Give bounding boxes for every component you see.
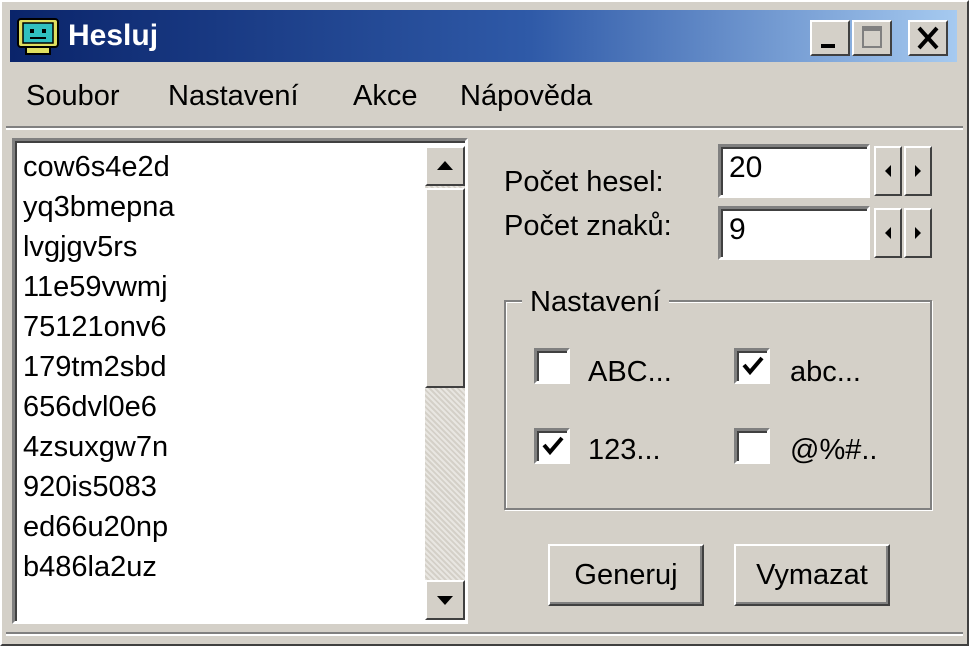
menu-divider: [6, 126, 963, 130]
list-item[interactable]: cow6s4e2d: [23, 147, 175, 187]
arrow-up-icon: [437, 161, 453, 170]
list-item[interactable]: lvgjgv5rs: [23, 227, 175, 267]
close-button[interactable]: [908, 20, 948, 56]
count-input[interactable]: 20: [718, 144, 870, 198]
arrow-right-icon: [915, 227, 921, 239]
clear-button[interactable]: Vymazat: [734, 544, 890, 606]
list-item[interactable]: 920is5083: [23, 467, 175, 507]
maximize-button[interactable]: [852, 20, 892, 56]
list-item[interactable]: 4zsuxgw7n: [23, 427, 175, 467]
vertical-scrollbar[interactable]: [425, 146, 465, 620]
lowercase-label[interactable]: abc...: [790, 356, 861, 388]
list-item[interactable]: 75121onv6: [23, 307, 175, 347]
menu-soubor[interactable]: Soubor: [26, 80, 120, 112]
symbols-label[interactable]: @%#..: [790, 434, 877, 466]
symbols-checkbox[interactable]: [734, 428, 770, 464]
count-increment-button[interactable]: [904, 146, 932, 196]
minimize-icon: [821, 44, 835, 48]
arrow-right-icon: [915, 165, 921, 177]
minimize-button[interactable]: [810, 20, 850, 56]
menu-nastaveni[interactable]: Nastavení: [168, 80, 299, 112]
title-bar[interactable]: Hesluj: [10, 10, 957, 62]
menu-akce[interactable]: Akce: [353, 80, 417, 112]
length-label: Počet znaků:: [504, 210, 672, 242]
maximize-icon: [862, 26, 882, 48]
length-decrement-button[interactable]: [874, 208, 902, 258]
scroll-up-button[interactable]: [425, 146, 465, 186]
arrow-left-icon: [885, 165, 891, 177]
scroll-down-button[interactable]: [425, 580, 465, 620]
checkmark-icon: [542, 436, 564, 456]
uppercase-checkbox[interactable]: [534, 348, 570, 384]
digits-checkbox[interactable]: [534, 428, 570, 464]
app-window: Hesluj Soubor Nastavení Akce Nápověda co…: [0, 0, 969, 646]
count-decrement-button[interactable]: [874, 146, 902, 196]
options-groupbox: [504, 300, 932, 510]
options-group-title: Nastavení: [522, 286, 669, 318]
digits-label[interactable]: 123...: [588, 434, 661, 466]
window-title: Hesluj: [68, 19, 159, 52]
generate-button[interactable]: Generuj: [548, 544, 704, 606]
list-item[interactable]: ed66u20np: [23, 507, 175, 547]
arrow-left-icon: [885, 227, 891, 239]
lowercase-checkbox[interactable]: [734, 348, 770, 384]
app-monitor-icon: [16, 18, 60, 56]
list-item[interactable]: 11e59vwmj: [23, 267, 175, 307]
list-item[interactable]: yq3bmepna: [23, 187, 175, 227]
menu-napoveda[interactable]: Nápověda: [460, 80, 592, 112]
length-input[interactable]: 9: [718, 206, 870, 260]
uppercase-label[interactable]: ABC...: [588, 356, 672, 388]
count-label: Počet hesel:: [504, 166, 664, 198]
list-item[interactable]: 179tm2sbd: [23, 347, 175, 387]
menu-bar: Soubor Nastavení Akce Nápověda: [10, 66, 957, 126]
length-increment-button[interactable]: [904, 208, 932, 258]
password-list-items: cow6s4e2d yq3bmepna lvgjgv5rs 11e59vwmj …: [23, 147, 175, 587]
close-icon: [917, 26, 939, 50]
list-item[interactable]: 656dvl0e6: [23, 387, 175, 427]
bottom-divider: [6, 632, 963, 636]
checkmark-icon: [742, 356, 764, 376]
password-list[interactable]: cow6s4e2d yq3bmepna lvgjgv5rs 11e59vwmj …: [12, 138, 468, 624]
list-item[interactable]: b486la2uz: [23, 547, 175, 587]
scroll-thumb[interactable]: [425, 188, 465, 388]
arrow-down-icon: [437, 596, 453, 605]
